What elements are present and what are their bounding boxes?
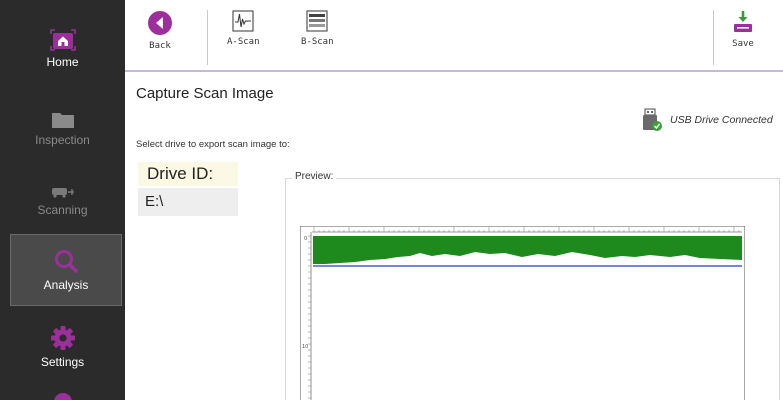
gear-icon [50, 326, 75, 350]
page-title: Capture Scan Image [136, 85, 274, 102]
folder-icon [51, 113, 74, 128]
sidebar-item-home[interactable]: Home [0, 18, 125, 80]
svg-text:10: 10 [302, 344, 308, 350]
sidebar-item-inspection[interactable]: Inspection [0, 98, 125, 160]
back-button[interactable]: Back [147, 10, 173, 51]
save-download-icon [734, 11, 752, 32]
preview-panel: Preview: 0 10 [285, 171, 780, 400]
preview-label: Preview: [292, 171, 337, 182]
ascan-waveform-icon [232, 10, 254, 32]
save-button-label: Save [732, 39, 754, 49]
sidebar-item-more[interactable] [0, 386, 125, 400]
home-icon [49, 29, 76, 51]
sidebar-item-settings[interactable]: Settings [0, 316, 125, 378]
back-button-label: Back [149, 41, 171, 51]
usb-drive-connected-icon [643, 108, 662, 131]
bscan-button-label: B-Scan [301, 37, 334, 47]
svg-text:0: 0 [304, 236, 307, 242]
bscan-button[interactable]: B-Scan [301, 10, 334, 47]
sidebar-item-scanning[interactable]: Scanning [0, 170, 125, 232]
sidebar-item-label: Settings [40, 355, 85, 369]
partial-purple-icon [53, 393, 72, 400]
toolbar-divider [207, 10, 208, 65]
sidebar-item-label: Scanning [37, 203, 88, 217]
bscan-preview-image: 0 10 [300, 226, 745, 400]
main-content: Capture Scan Image USB Drive Connected S… [125, 74, 783, 400]
magnifier-icon [55, 250, 78, 273]
sidebar-item-label: Home [46, 55, 79, 69]
save-button[interactable]: Save [732, 10, 754, 49]
drive-list-item[interactable]: E:\ [138, 188, 238, 216]
usb-status-text: USB Drive Connected [670, 114, 773, 126]
app-window: Home Inspection Scanning Analysis Settin… [0, 0, 783, 400]
bscan-image-icon [306, 10, 328, 32]
sidebar-item-analysis[interactable]: Analysis [10, 234, 122, 306]
usb-status: USB Drive Connected [642, 108, 773, 132]
ascan-button[interactable]: A-Scan [227, 10, 260, 47]
toolbar-divider [713, 10, 714, 65]
sidebar: Home Inspection Scanning Analysis Settin… [0, 0, 125, 400]
instruction-text: Select drive to export scan image to: [136, 139, 290, 150]
ascan-button-label: A-Scan [227, 37, 260, 47]
drive-list-header: Drive ID: [138, 162, 238, 186]
sidebar-item-label: Analysis [43, 278, 89, 292]
back-arrow-icon [148, 11, 172, 35]
toolbar: Back A-Scan B-Scan Save [125, 0, 783, 72]
drive-list: Drive ID: E:\ [138, 162, 238, 216]
scanner-icon [51, 188, 74, 198]
sidebar-item-label: Inspection [35, 133, 90, 147]
